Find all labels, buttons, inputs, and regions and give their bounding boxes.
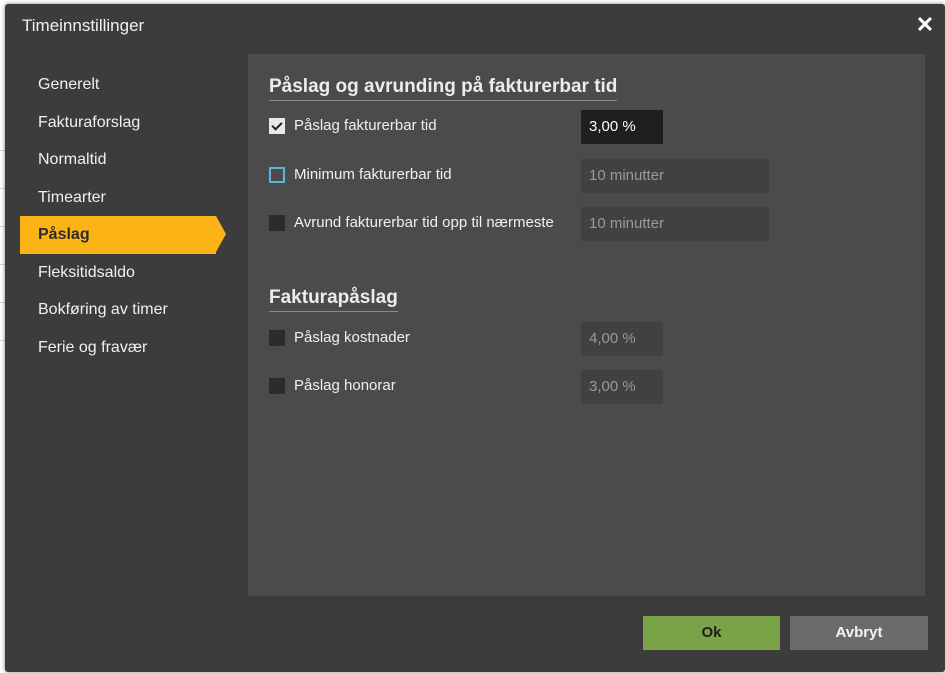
ok-button[interactable]: Ok — [643, 616, 780, 650]
nav-item-label: Generelt — [38, 76, 100, 93]
nav-item-label: Påslag — [38, 226, 90, 243]
input-paslag-honorar[interactable]: 3,00 % — [581, 370, 663, 404]
setting-row-paslag-fakturerbar: Påslag fakturerbar tid 3,00 % — [269, 110, 909, 144]
label-paslag-fakturerbar: Påslag fakturerbar tid — [294, 117, 437, 134]
nav-item-bokforing[interactable]: Bokføring av timer — [20, 291, 240, 329]
checkbox-paslag-kostnader[interactable] — [269, 330, 285, 346]
nav-item-label: Ferie og fravær — [38, 338, 148, 356]
nav-item-label: Timearter — [38, 188, 106, 206]
nav-item-timearter[interactable]: Timearter — [20, 179, 240, 217]
label-avrund: Avrund fakturerbar tid opp til nærmeste — [294, 214, 554, 231]
nav-item-label: Fleksitidsaldo — [38, 263, 135, 281]
section-title-fakturapaslag: Fakturapåslag — [269, 287, 398, 312]
nav-item-fakturaforslag[interactable]: Fakturaforslag — [20, 104, 240, 142]
dialog-titlebar: Timeinnstillinger ✕ — [5, 4, 945, 48]
label-paslag-honorar: Påslag honorar — [294, 377, 396, 394]
checkbox-paslag-honorar[interactable] — [269, 378, 285, 394]
nav-item-fleksitidsaldo[interactable]: Fleksitidsaldo — [20, 254, 240, 292]
cancel-button[interactable]: Avbryt — [790, 616, 928, 650]
input-minimum-fakturerbar[interactable]: 10 minutter — [581, 159, 769, 193]
nav-item-normaltid[interactable]: Normaltid — [20, 141, 240, 179]
nav-item-generelt[interactable]: Generelt — [20, 66, 240, 104]
section-title-paslag-avrunding: Påslag og avrunding på fakturerbar tid — [269, 76, 618, 101]
label-paslag-kostnader: Påslag kostnader — [294, 329, 410, 346]
settings-panel: Påslag og avrunding på fakturerbar tid P… — [248, 54, 925, 596]
setting-row-paslag-kostnader: Påslag kostnader 4,00 % — [269, 322, 909, 356]
checkbox-minimum-fakturerbar[interactable] — [269, 167, 285, 183]
nav-item-paslag[interactable]: Påslag — [20, 216, 226, 254]
checkbox-avrund[interactable] — [269, 215, 285, 231]
checkbox-paslag-fakturerbar[interactable] — [269, 118, 285, 134]
dialog-title: Timeinnstillinger — [22, 16, 145, 35]
nav-item-label: Normaltid — [38, 151, 107, 168]
nav-item-label: Bokføring av timer — [38, 301, 168, 318]
input-paslag-fakturerbar[interactable]: 3,00 % — [581, 110, 663, 144]
setting-row-minimum-fakturerbar: Minimum fakturerbar tid 10 minutter — [269, 159, 909, 193]
settings-dialog: Timeinnstillinger ✕ Generelt Fakturafors… — [5, 4, 945, 672]
setting-row-avrund: Avrund fakturerbar tid opp til nærmeste … — [269, 207, 909, 241]
setting-row-paslag-honorar: Påslag honorar 3,00 % — [269, 370, 909, 404]
settings-nav: Generelt Fakturaforslag Normaltid Timear… — [20, 66, 240, 366]
nav-item-ferie[interactable]: Ferie og fravær — [20, 329, 240, 367]
nav-item-label: Fakturaforslag — [38, 113, 141, 131]
label-minimum-fakturerbar: Minimum fakturerbar tid — [294, 166, 452, 183]
input-avrund[interactable]: 10 minutter — [581, 207, 769, 241]
input-paslag-kostnader[interactable]: 4,00 % — [581, 322, 663, 356]
close-icon[interactable]: ✕ — [915, 14, 935, 36]
